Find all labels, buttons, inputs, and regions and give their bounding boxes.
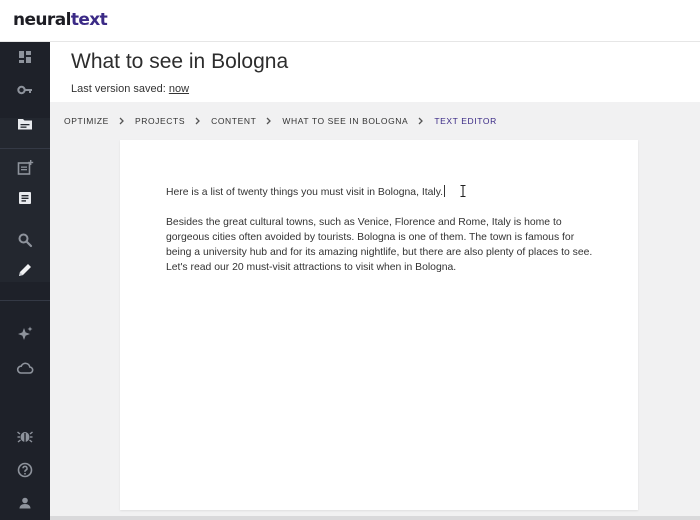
text-editor[interactable]: Here is a list of twenty things you must… <box>166 185 596 290</box>
key-icon[interactable] <box>15 80 35 100</box>
cloud-icon[interactable] <box>15 358 35 378</box>
folder-icon[interactable] <box>15 114 35 134</box>
app-window: neuraltext What to see in Bologna Last v… <box>0 0 700 520</box>
page-title: What to see in Bologna <box>71 50 289 73</box>
editor-paragraph-text: Here is a list of twenty things you must… <box>166 187 444 198</box>
breadcrumb-project-name[interactable]: WHAT TO SEE IN BOLOGNA <box>282 116 408 126</box>
breadcrumb: OPTIMIZE PROJECTS CONTENT WHAT TO SEE IN… <box>64 116 497 126</box>
last-saved-label: Last version saved: <box>71 83 166 95</box>
last-saved-status: Last version saved: now <box>71 83 189 95</box>
add-document-icon[interactable] <box>15 158 35 178</box>
breadcrumb-optimize[interactable]: OPTIMIZE <box>64 116 109 126</box>
chevron-right-icon <box>195 117 201 125</box>
text-caret <box>444 185 446 197</box>
logo-text-text: text <box>70 10 108 30</box>
editor-paragraph[interactable]: Here is a list of twenty things you must… <box>166 185 596 200</box>
chevron-right-icon <box>119 117 125 125</box>
bug-icon[interactable] <box>15 426 35 446</box>
editor-paragraph[interactable]: Besides the great cultural towns, such a… <box>166 215 596 275</box>
breadcrumb-content[interactable]: CONTENT <box>211 116 256 126</box>
help-icon[interactable] <box>15 460 35 480</box>
breadcrumb-projects[interactable]: PROJECTS <box>135 116 185 126</box>
sparkles-icon[interactable] <box>15 324 35 344</box>
user-icon[interactable] <box>15 493 35 513</box>
chevron-right-icon <box>266 117 272 125</box>
pencil-icon[interactable] <box>12 257 38 283</box>
document-page: Here is a list of twenty things you must… <box>120 140 638 510</box>
sidebar-separator <box>0 300 50 301</box>
search-icon[interactable] <box>15 230 35 250</box>
last-saved-link[interactable]: now <box>169 83 189 95</box>
sidebar <box>0 42 50 520</box>
main-content: OPTIMIZE PROJECTS CONTENT WHAT TO SEE IN… <box>50 102 700 520</box>
chevron-right-icon <box>418 117 424 125</box>
logo[interactable]: neuraltext <box>13 10 108 30</box>
sidebar-separator <box>0 148 50 149</box>
breadcrumb-text-editor: TEXT EDITOR <box>434 116 497 126</box>
dashboard-icon[interactable] <box>15 47 35 67</box>
page-header: What to see in Bologna Last version save… <box>50 42 700 102</box>
logo-text-neural: neural <box>13 10 71 30</box>
bottom-scroll-edge <box>50 516 700 520</box>
text-cursor-icon <box>460 185 466 197</box>
document-icon[interactable] <box>15 188 35 208</box>
top-bar: neuraltext <box>0 0 700 42</box>
